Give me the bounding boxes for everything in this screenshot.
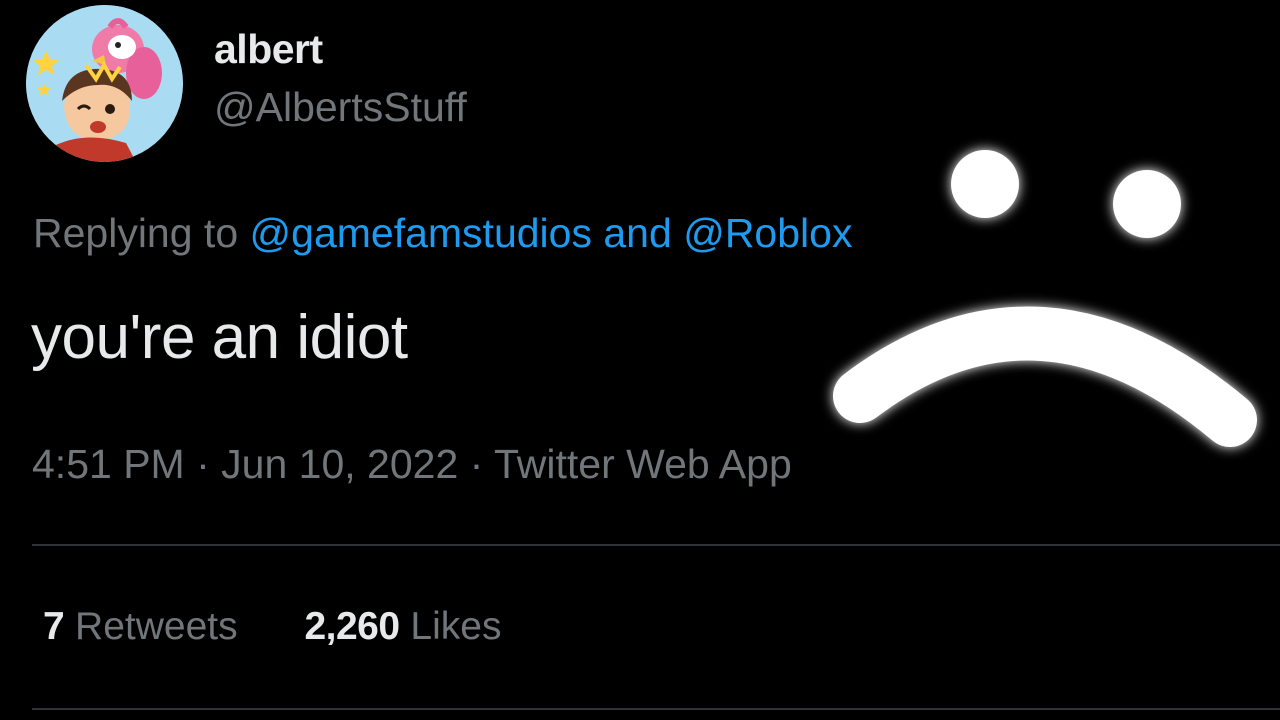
divider — [32, 708, 1280, 710]
author-handle[interactable]: @AlbertsStuff — [214, 84, 467, 131]
likes-label: Likes — [410, 605, 502, 648]
tweet-date-link[interactable]: Jun 10, 2022 — [221, 441, 458, 487]
avatar[interactable] — [26, 5, 183, 162]
meta-separator: · — [469, 441, 484, 487]
mention-link-gamefamstudios[interactable]: @gamefamstudios — [250, 210, 592, 256]
replying-to-line: Replying to @gamefamstudios and @Roblox — [33, 210, 852, 257]
engagement-stats: 7 Retweets 2,260 Likes — [43, 605, 501, 649]
sad-face-left-eye — [951, 150, 1019, 218]
retweets-count: 7 — [43, 605, 65, 648]
cartoon-avatar-icon — [26, 5, 183, 162]
replying-to-joiner: and — [603, 210, 672, 256]
tweet-time-link[interactable]: 4:51 PM — [32, 441, 185, 487]
tweet-source-link[interactable]: Twitter Web App — [494, 441, 792, 487]
author-display-name[interactable]: albert — [214, 26, 323, 73]
tweet-detail: albert @AlbertsStuff Replying to @gamefa… — [0, 0, 1280, 720]
tweet-text: you're an idiot — [31, 303, 408, 372]
tweet-metadata: 4:51 PM · Jun 10, 2022 · Twitter Web App — [32, 441, 792, 488]
sad-face-right-eye — [1113, 170, 1181, 238]
divider — [32, 544, 1280, 546]
sad-face-mouth — [833, 306, 1257, 447]
likes-count: 2,260 — [304, 605, 400, 648]
retweets-stat[interactable]: 7 Retweets — [43, 605, 238, 649]
replying-to-label: Replying to — [33, 210, 239, 256]
mention-link-roblox[interactable]: @Roblox — [683, 210, 852, 256]
meta-separator: · — [196, 441, 210, 487]
likes-stat[interactable]: 2,260 Likes — [304, 605, 501, 649]
sad-face-icon — [833, 150, 1257, 447]
retweets-label: Retweets — [75, 605, 238, 648]
